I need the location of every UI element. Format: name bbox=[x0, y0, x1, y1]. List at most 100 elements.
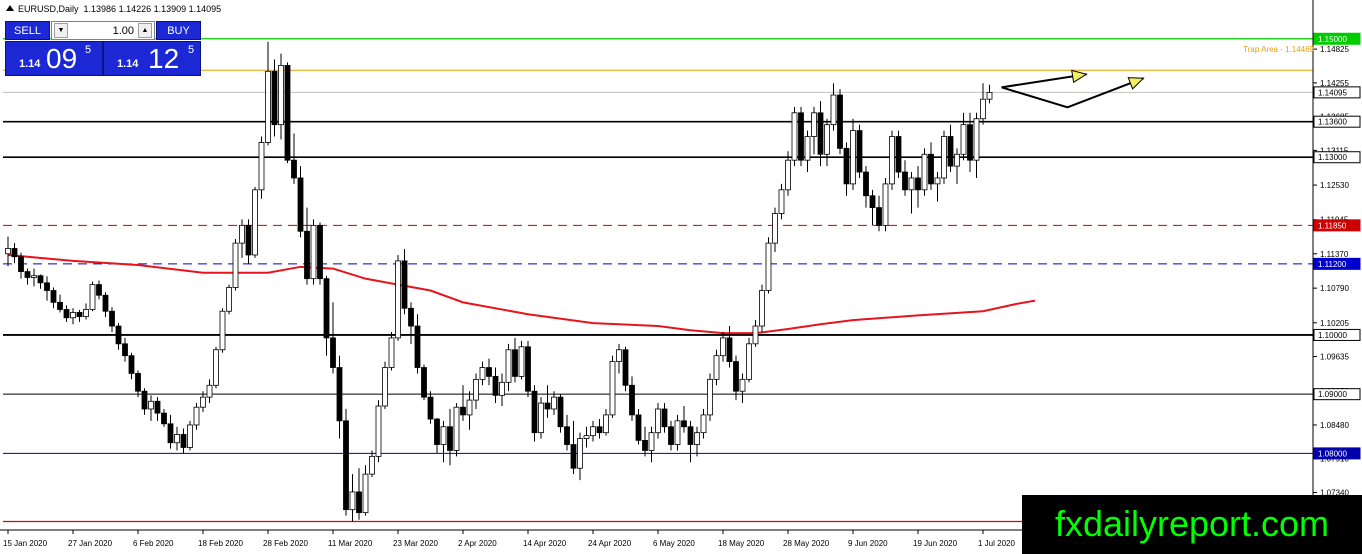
bullish-candle bbox=[193, 406, 200, 426]
bearish-candle bbox=[947, 136, 954, 167]
bid-prefix: 1.14 bbox=[19, 58, 41, 70]
bullish-candle bbox=[31, 275, 37, 278]
date-tick-label: 18 Feb 2020 bbox=[198, 539, 243, 548]
bullish-candle bbox=[934, 177, 941, 185]
bullish-candle bbox=[577, 438, 583, 469]
bearish-candle bbox=[544, 402, 551, 410]
bearish-candle bbox=[180, 434, 187, 448]
bearish-candle bbox=[154, 400, 161, 414]
price-level-label: 1.09000 bbox=[1318, 390, 1347, 399]
bullish-candle bbox=[616, 349, 622, 362]
bullish-candle bbox=[187, 424, 193, 448]
price-level-label: 1.13000 bbox=[1318, 153, 1347, 162]
date-tick-label: 15 Jan 2020 bbox=[3, 539, 48, 548]
price-level-label: 1.08000 bbox=[1318, 449, 1347, 458]
bearish-candle bbox=[11, 248, 18, 258]
bearish-candle bbox=[122, 343, 128, 357]
price-tick-label: 1.11370 bbox=[1320, 250, 1349, 259]
bullish-candle bbox=[453, 406, 460, 451]
bullish-candle bbox=[219, 310, 226, 351]
date-tick-label: 6 May 2020 bbox=[653, 539, 695, 548]
bullish-candle bbox=[609, 361, 616, 416]
bearish-candle bbox=[967, 124, 973, 161]
price-tick-label: 1.09635 bbox=[1320, 353, 1349, 362]
bearish-candle bbox=[928, 153, 934, 185]
bearish-candle bbox=[843, 147, 850, 185]
bearish-candle bbox=[96, 284, 102, 296]
bearish-candle bbox=[135, 373, 141, 392]
bearish-candle bbox=[687, 426, 694, 445]
bullish-candle bbox=[388, 337, 395, 368]
bearish-candle bbox=[434, 418, 440, 445]
price-tick-label: 1.10205 bbox=[1320, 319, 1349, 328]
bullish-candle bbox=[206, 384, 213, 398]
bid-price-box[interactable]: 1.14 09 5 bbox=[5, 41, 103, 76]
bearish-candle bbox=[271, 70, 278, 126]
bearish-candle bbox=[596, 426, 603, 434]
lot-decrease-icon[interactable]: ▼ bbox=[54, 23, 68, 38]
bullish-candle bbox=[882, 183, 889, 226]
lot-increase-icon[interactable]: ▲ bbox=[138, 23, 152, 38]
price-tick-label: 1.08480 bbox=[1320, 421, 1349, 430]
lot-size-input[interactable] bbox=[70, 23, 134, 38]
bullish-candle bbox=[655, 408, 661, 434]
bullish-candle bbox=[551, 396, 557, 410]
bullish-candle bbox=[590, 426, 596, 437]
bullish-candle bbox=[765, 242, 772, 291]
date-tick-label: 14 Apr 2020 bbox=[523, 539, 567, 548]
bearish-candle bbox=[525, 346, 531, 392]
bearish-candle bbox=[817, 112, 824, 155]
bearish-candle bbox=[291, 159, 297, 179]
bearish-candle bbox=[622, 349, 629, 386]
bullish-candle bbox=[239, 224, 245, 244]
chart-symbol: EURUSD,Daily bbox=[18, 4, 79, 14]
price-level-label: 1.15000 bbox=[1318, 35, 1347, 44]
price-level-label: 1.11200 bbox=[1318, 260, 1347, 269]
bearish-candle bbox=[57, 301, 63, 310]
bearish-candle bbox=[902, 171, 908, 191]
date-tick-label: 28 May 2020 bbox=[783, 539, 830, 548]
bearish-candle bbox=[24, 271, 31, 278]
bullish-candle bbox=[213, 349, 219, 386]
bearish-candle bbox=[115, 325, 122, 345]
ask-price-box[interactable]: 1.14 12 5 bbox=[103, 41, 201, 76]
price-tick-label: 1.10790 bbox=[1320, 284, 1349, 293]
bearish-candle bbox=[726, 337, 733, 362]
bearish-candle bbox=[427, 396, 434, 420]
sell-button[interactable]: SELL bbox=[5, 21, 50, 40]
price-tick-label: 1.12530 bbox=[1320, 181, 1349, 190]
date-tick-label: 28 Feb 2020 bbox=[263, 539, 308, 548]
bearish-candle bbox=[564, 426, 570, 445]
bullish-candle bbox=[603, 414, 609, 434]
lot-size-control: ▼ ▲ bbox=[51, 21, 155, 40]
bullish-candle bbox=[369, 455, 375, 475]
bearish-candle bbox=[37, 275, 44, 284]
bullish-candle bbox=[804, 136, 811, 161]
buy-button[interactable]: BUY bbox=[156, 21, 201, 40]
bullish-candle bbox=[830, 94, 837, 126]
bearish-candle bbox=[161, 412, 167, 425]
bullish-candle bbox=[739, 378, 746, 392]
bullish-candle bbox=[499, 381, 505, 396]
bullish-candle bbox=[785, 159, 791, 191]
bearish-candle bbox=[50, 290, 57, 303]
bullish-candle bbox=[265, 70, 271, 143]
bullish-candle bbox=[941, 136, 947, 179]
bullish-candle bbox=[148, 400, 154, 410]
bearish-candle bbox=[837, 94, 843, 149]
bearish-candle bbox=[531, 390, 538, 434]
candlestick-chart[interactable]: 1.148251.142551.136851.131151.125301.119… bbox=[0, 0, 1362, 554]
bid-pipette: 5 bbox=[85, 44, 92, 56]
bearish-candle bbox=[401, 260, 408, 309]
triangle-icon bbox=[6, 5, 14, 11]
date-tick-label: 6 Feb 2020 bbox=[133, 539, 174, 548]
bullish-candle bbox=[466, 399, 473, 416]
bearish-candle bbox=[336, 367, 343, 422]
chart-ohlc: 1.13986 1.14226 1.13909 1.14095 bbox=[83, 4, 222, 14]
bullish-candle bbox=[772, 213, 778, 244]
bid-big-digits: 09 bbox=[46, 43, 78, 74]
bullish-candle bbox=[850, 130, 856, 185]
bullish-candle bbox=[908, 177, 915, 191]
bearish-candle bbox=[408, 307, 414, 327]
bullish-candle bbox=[473, 378, 479, 401]
